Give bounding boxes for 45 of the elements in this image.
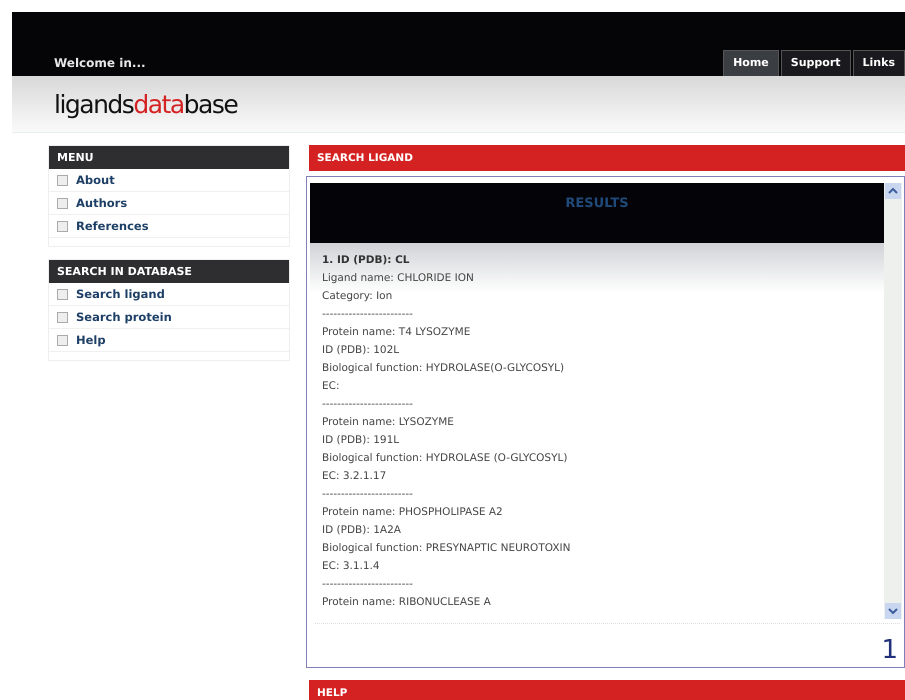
- results-heading: RESULTS: [310, 183, 884, 243]
- result-line: EC: 3.2.1.17: [322, 469, 388, 484]
- result-line: ID (PDB): 102L: [322, 343, 400, 358]
- sidebar-link[interactable]: Search ligand: [49, 283, 289, 306]
- result-line: EC: 3.1.1.4: [322, 559, 381, 574]
- result-line: Biological function: PRESYNAPTIC NEUROTOXIN: [322, 541, 572, 556]
- square-bullet-icon: [57, 220, 68, 232]
- square-bullet-icon: [57, 174, 68, 186]
- sidebar-link[interactable]: Authors: [49, 192, 289, 215]
- result-line: ------------------------: [322, 397, 414, 412]
- square-bullet-icon: [57, 334, 68, 346]
- square-bullet-icon: [57, 198, 68, 208]
- panel-heading: MENU: [49, 146, 289, 169]
- result-heading: 1. ID (PDB): CL: [322, 253, 410, 268]
- result-line: Biological function: HYDROLASE (O-GLYCOSYL): [322, 451, 568, 466]
- sidebar-link[interactable]: Help: [49, 329, 289, 352]
- result-line: ------------------------: [322, 577, 414, 592]
- nav-tab[interactable]: Support: [780, 50, 851, 76]
- panel-heading: SEARCH IN DATABASE: [49, 260, 289, 283]
- nav-tab[interactable]: Home: [723, 50, 779, 76]
- section-heading: HELP: [309, 680, 905, 700]
- result-line: Category: Ion: [322, 289, 394, 304]
- site-logo: ligandsdatabase: [54, 90, 238, 118]
- result-line: ------------------------: [322, 487, 414, 502]
- page-link[interactable]: 1: [881, 635, 898, 665]
- nav-tab[interactable]: Links: [852, 50, 905, 76]
- result-line: Protein name: PHOSPHOLIPASE A2: [322, 505, 504, 520]
- result-line: EC:: [322, 379, 341, 394]
- result-line: Protein name: LYSOZYME: [322, 415, 455, 430]
- square-bullet-icon: [57, 288, 68, 300]
- result-line: Protein name: T4 LYSOZYME: [322, 325, 472, 340]
- square-bullet-icon: [57, 312, 68, 322]
- sidebar-link[interactable]: References: [49, 215, 289, 238]
- welcome-text: Welcome in...: [54, 56, 146, 70]
- scroll-down-icon[interactable]: [885, 603, 901, 619]
- scroll-up-icon[interactable]: [885, 183, 901, 199]
- sidebar-link[interactable]: About: [49, 169, 289, 192]
- result-line: ID (PDB): 1A2A: [322, 523, 402, 538]
- result-line: Protein name: RIBONUCLEASE A: [322, 595, 492, 610]
- sidebar-link[interactable]: Search protein: [49, 306, 289, 329]
- result-line: Ligand name: CHLORIDE ION: [322, 271, 475, 286]
- result-line: ------------------------: [322, 307, 414, 322]
- section-heading: SEARCH LIGAND: [309, 145, 905, 171]
- result-line: Biological function: HYDROLASE(O-GLYCOSYL): [322, 361, 566, 376]
- result-line: ID (PDB): 191L: [322, 433, 400, 448]
